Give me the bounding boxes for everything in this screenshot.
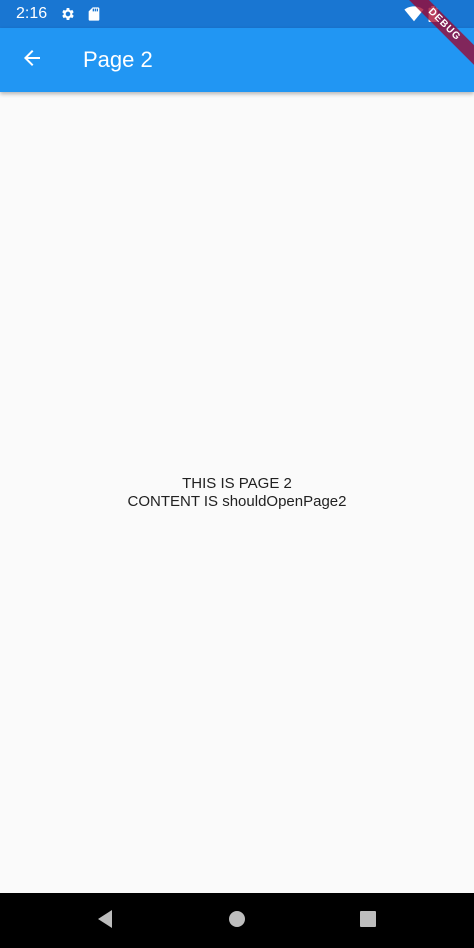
nav-back-button[interactable]	[87, 903, 123, 939]
nav-home-button[interactable]	[219, 903, 255, 939]
status-bar: 2:16	[0, 0, 474, 28]
content-detail-text: CONTENT IS shouldOpenPage2	[127, 492, 347, 510]
wifi-icon	[404, 6, 424, 22]
nav-recents-button[interactable]	[350, 903, 386, 939]
home-circle-icon	[228, 910, 246, 933]
page-content: THIS IS PAGE 2 CONTENT IS shouldOpenPage…	[0, 92, 474, 893]
system-nav-bar	[0, 893, 474, 948]
recents-square-icon	[360, 910, 376, 932]
settings-gear-icon	[60, 6, 76, 22]
status-time: 2:16	[16, 5, 48, 22]
back-triangle-icon	[96, 909, 114, 934]
app-bar: Page 2	[0, 28, 474, 92]
page-title: Page 2	[83, 47, 153, 72]
battery-icon	[428, 6, 438, 22]
screen: 2:16 Page 2 DEBUG THIS IS PAGE 2 CONTENT…	[0, 0, 474, 948]
back-button[interactable]	[8, 36, 56, 84]
sd-card-icon	[86, 6, 102, 22]
arrow-back-icon	[20, 46, 44, 75]
content-title-text: THIS IS PAGE 2	[182, 474, 292, 492]
